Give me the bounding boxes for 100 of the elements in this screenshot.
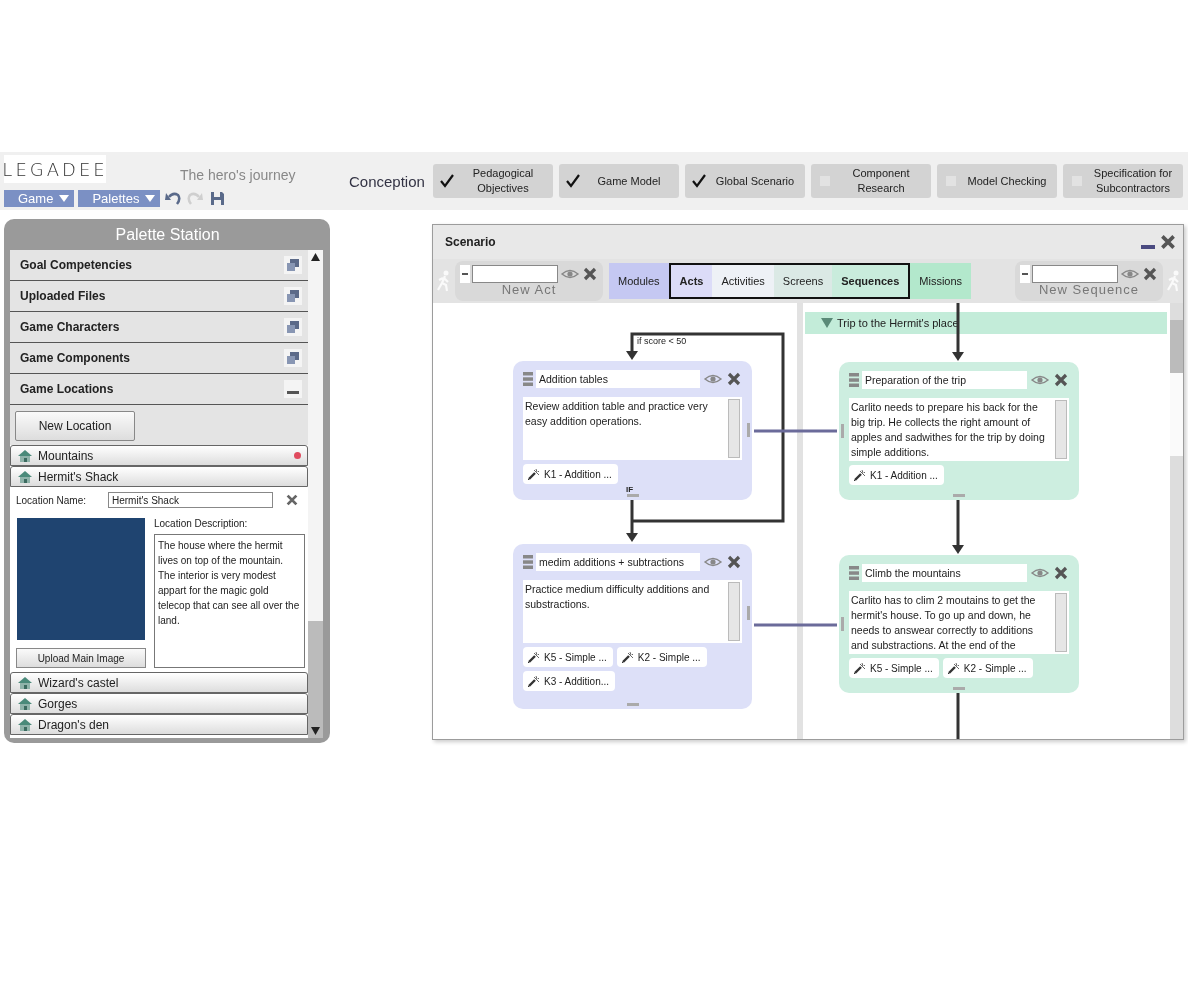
phase-tab[interactable]: Specification for Subcontractors — [1063, 164, 1183, 198]
stacked-squares-icon[interactable] — [284, 318, 302, 336]
connector-line — [956, 693, 960, 739]
level-tab[interactable]: Activities — [712, 265, 774, 297]
close-icon[interactable] — [1053, 372, 1069, 388]
sequence-group-header[interactable]: Trip to the Hermit's place — [805, 312, 1167, 334]
description-field[interactable]: Carlito needs to prepare his back for the big trip. He collects the right amount of apples and sadwithes for the trip by doing simple additions. — [849, 398, 1069, 461]
location-item[interactable]: Dragon's den — [10, 714, 308, 735]
pen-icon — [527, 467, 540, 481]
field-label: Location Name: — [16, 494, 88, 506]
location-item[interactable]: Gorges — [10, 693, 308, 714]
triangle-icon[interactable] — [821, 318, 833, 328]
scrollbar[interactable] — [728, 399, 740, 458]
level-tab[interactable]: Screens — [773, 265, 833, 297]
scrollbar[interactable] — [1055, 593, 1067, 652]
scrollbar[interactable] — [728, 582, 740, 641]
competency-chip[interactable]: K5 - Simple ... — [849, 658, 939, 678]
name-field[interactable]: Hermit's Shack — [108, 492, 273, 508]
link-handle[interactable] — [747, 423, 750, 437]
phase-tab[interactable]: Game Model — [559, 164, 679, 198]
drag-handle-icon[interactable] — [523, 554, 533, 570]
scrollbar[interactable] — [308, 250, 323, 738]
sequence-card[interactable] — [839, 555, 1079, 693]
description-field[interactable]: Review addition table and practice very easy addition operations. — [523, 397, 742, 460]
branch-label: IF — [626, 485, 634, 494]
competency-chip[interactable]: K1 - Addition ... — [523, 464, 618, 484]
description-field[interactable]: The house where the hermit lives on top of the mountain. The interior is very modest appart for the magic gold telecop that can see all over the land. — [154, 534, 305, 668]
resize-grip[interactable] — [953, 687, 965, 690]
level-tab[interactable]: Acts — [670, 265, 713, 297]
resize-grip[interactable] — [953, 494, 965, 497]
palette-section[interactable]: Uploaded Files — [10, 281, 308, 312]
palette-section[interactable]: Game Characters — [10, 312, 308, 343]
caret-icon — [59, 194, 70, 202]
act-card[interactable]: medim additions + subtractions Practice medium difficulty additions and substractions. K5 - Simple ... K2 - Simple ... K3 - Addition... — [513, 544, 752, 709]
palette-section[interactable]: Game Locations — [10, 374, 308, 405]
title-field[interactable]: medim additions + subtractions — [536, 553, 700, 571]
panel-title: Palette Station — [114, 225, 221, 245]
close-icon[interactable] — [1159, 233, 1177, 251]
title-field[interactable]: Climb the mountains — [862, 564, 1027, 582]
location-item[interactable]: Mountains — [10, 445, 308, 466]
palette-section[interactable]: Game Components — [10, 343, 308, 374]
resize-grip[interactable] — [626, 703, 639, 706]
drag-handle-icon[interactable] — [849, 565, 859, 581]
title-field[interactable]: Preparation of the trip — [862, 371, 1027, 389]
house-icon — [17, 675, 33, 690]
name-field[interactable] — [472, 265, 558, 283]
close-icon[interactable] — [582, 266, 598, 282]
close-icon[interactable] — [1142, 266, 1158, 282]
house-icon — [17, 448, 33, 463]
competency-chip[interactable]: K3 - Addition... — [523, 671, 616, 691]
stacked-squares-icon[interactable] — [284, 287, 302, 305]
level-tab[interactable]: Sequences — [832, 265, 909, 297]
description-field[interactable]: Practice medium difficulty additions and substractions. — [523, 580, 742, 643]
drag-handle-icon[interactable] — [523, 371, 533, 387]
scroll-up-icon[interactable] — [311, 253, 320, 261]
collapse-button[interactable] — [1020, 265, 1030, 283]
palette-section[interactable]: Goal Competencies — [10, 250, 308, 281]
competency-chip[interactable]: K1 - Addition ... — [849, 465, 944, 485]
collapse-button[interactable] — [460, 265, 470, 283]
stacked-squares-icon[interactable] — [284, 256, 302, 274]
house-icon — [17, 469, 33, 484]
pen-icon — [853, 468, 866, 482]
phase-tab[interactable]: Pedagogical Objectives — [433, 164, 553, 198]
close-icon[interactable] — [726, 554, 742, 570]
resize-grip[interactable] — [626, 494, 639, 497]
name-field[interactable] — [1032, 265, 1118, 283]
link-handle[interactable] — [841, 617, 844, 631]
location-item[interactable]: Hermit's Shack — [10, 466, 308, 487]
scroll-down-icon[interactable] — [311, 727, 320, 735]
save-icon[interactable] — [208, 189, 227, 207]
scrollbar[interactable] — [1170, 303, 1183, 739]
competency-chip[interactable]: K2 - Simple ... — [942, 658, 1033, 678]
connector-arrow — [952, 500, 964, 554]
level-tab[interactable]: Missions — [910, 263, 972, 299]
phase-tab[interactable]: Model Checking — [937, 164, 1057, 198]
scrollbar[interactable] — [1055, 400, 1067, 459]
link-handle[interactable] — [841, 424, 844, 438]
phase-tab[interactable]: Global Scenario — [685, 164, 805, 198]
pen-icon — [946, 661, 960, 675]
house-icon — [17, 717, 33, 732]
competency-chip[interactable]: K2 - Simple ... — [616, 647, 707, 667]
phase-label: Conception — [349, 172, 426, 190]
title-field[interactable]: Addition tables — [536, 370, 700, 388]
sequence-card[interactable]: Preparation of the trip Carlito needs to prepare his back for the big trip. He collects the right amount of apples and sadwithes for the trip by doing simple additions. K1 - Addition ... — [839, 362, 1079, 500]
new-location-button[interactable]: New Location — [15, 411, 135, 441]
description-field[interactable]: Carlito has to clim 2 moutains to get the hermit's house. To go up and down, he needs to answear correctly to additions and substractions. At the end of the — [849, 591, 1069, 654]
drag-handle-icon[interactable] — [849, 372, 859, 388]
stacked-squares-icon[interactable] — [284, 349, 302, 367]
pen-icon — [527, 650, 540, 664]
close-icon[interactable] — [285, 493, 299, 507]
upload-button[interactable]: Upload Main Image — [16, 648, 146, 668]
competency-chip[interactable]: K5 - Simple ... — [523, 647, 613, 667]
close-icon[interactable] — [726, 371, 742, 387]
collapse-icon[interactable] — [284, 380, 302, 398]
location-item[interactable]: Wizard's castel — [10, 672, 308, 693]
phase-tab[interactable]: Component Research — [811, 164, 931, 198]
link-handle[interactable] — [747, 606, 750, 620]
field-label: Location Description: — [154, 518, 249, 529]
close-icon[interactable] — [1053, 565, 1069, 581]
level-tab[interactable]: Modules — [609, 263, 669, 299]
